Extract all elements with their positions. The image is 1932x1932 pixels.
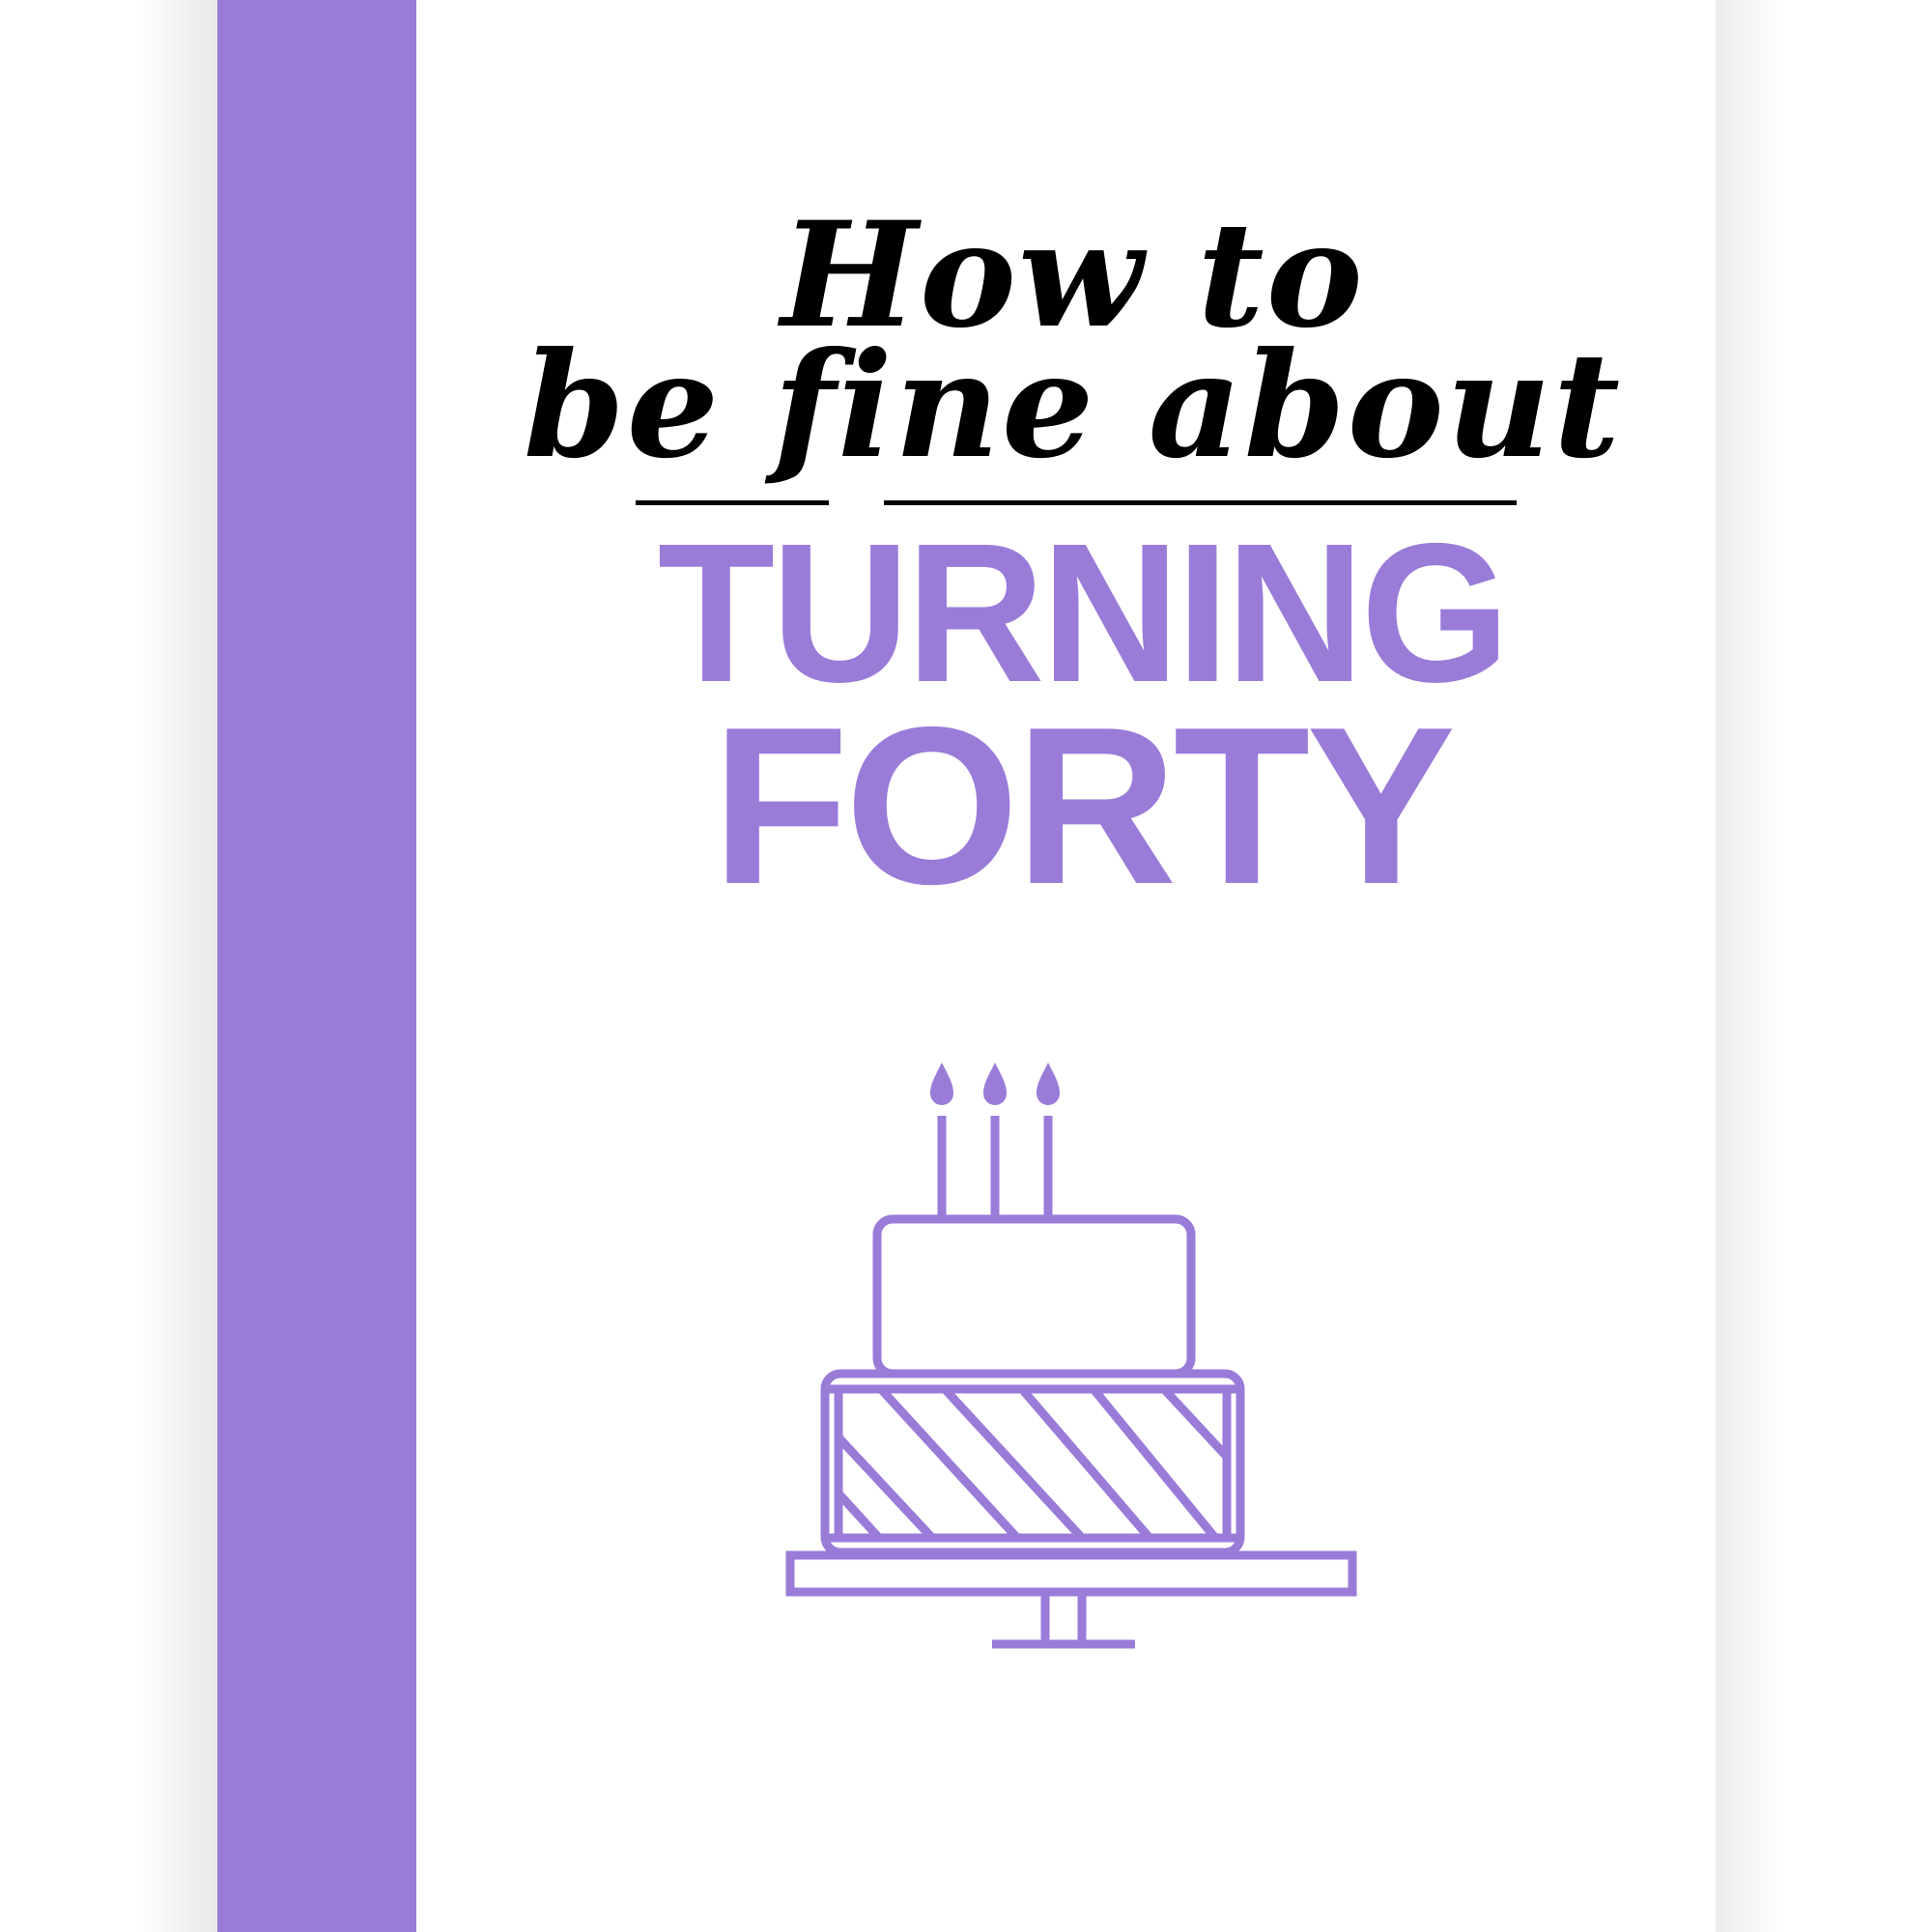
birthday-cake-icon	[785, 1063, 1357, 1649]
title-main-line-2: FORTY	[711, 681, 1456, 931]
cover-scene: How to be fine about TURNING FORTY	[0, 0, 1932, 1932]
book-shadow-left	[135, 0, 222, 1932]
book-shadow-right	[1715, 0, 1782, 1932]
cake-stand-base	[992, 1592, 1135, 1649]
title-main-line-1: TURNING	[657, 502, 1511, 724]
candle-middle	[983, 1063, 1007, 1217]
candle-right	[1037, 1063, 1060, 1217]
candle-left	[930, 1063, 953, 1217]
book-cover: How to be fine about TURNING FORTY	[217, 0, 1716, 1932]
title-script-line-2: be fine about	[523, 321, 1623, 491]
cake-stand-plate	[785, 1550, 1357, 1597]
cake-stripes	[835, 1385, 1231, 1542]
cake-top-tier	[872, 1214, 1196, 1378]
